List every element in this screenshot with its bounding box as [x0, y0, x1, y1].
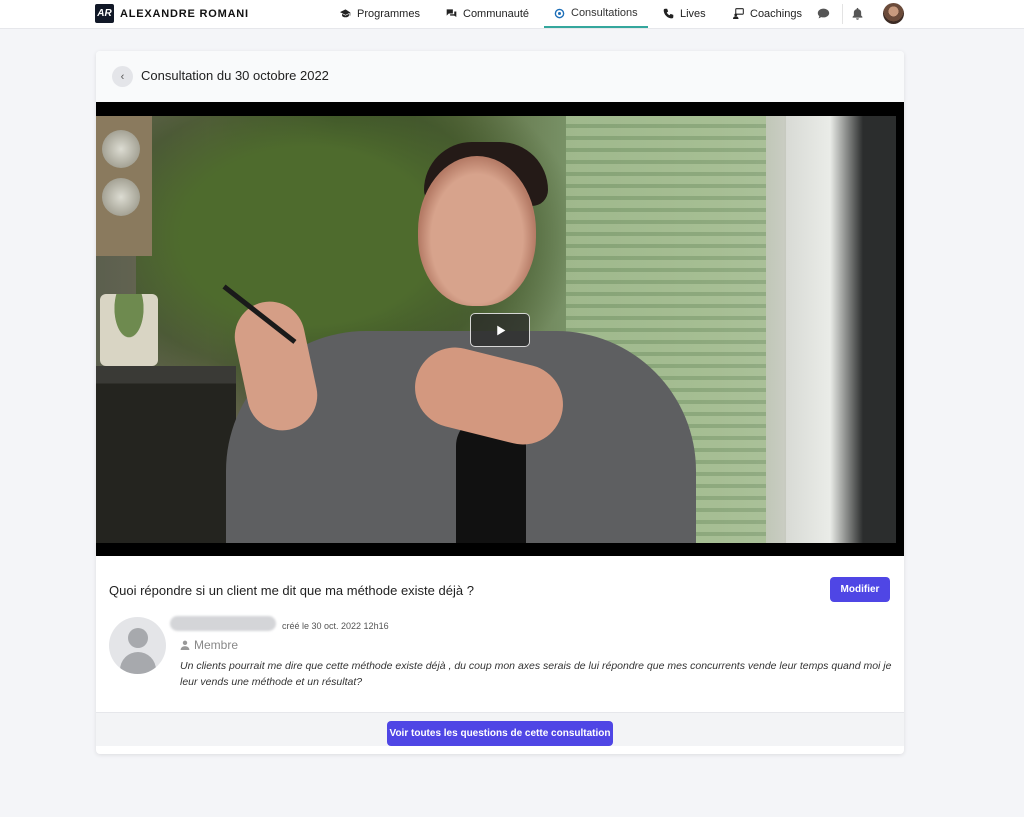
- chevron-left-icon: ‹: [120, 70, 125, 83]
- user-icon: [180, 640, 190, 650]
- author-name-redacted: [170, 616, 276, 631]
- nav-label: Lives: [680, 7, 706, 20]
- support-icon: [554, 8, 565, 19]
- nav-label: Communauté: [463, 7, 530, 20]
- brand-name: ALEXANDRE ROMANI: [120, 7, 249, 20]
- question-body: Un clients pourrait me dire que cette mé…: [180, 660, 892, 688]
- nav-label: Coachings: [750, 7, 802, 20]
- coaching-icon: [733, 8, 744, 19]
- message-icon[interactable]: [817, 7, 830, 20]
- created-date: créé le 30 oct. 2022 12h16: [282, 621, 389, 631]
- play-button[interactable]: [470, 313, 530, 347]
- nav-divider: [842, 4, 843, 24]
- question-title: Quoi répondre si un client me dit que ma…: [109, 583, 474, 598]
- brand[interactable]: AR ALEXANDRE ROMANI: [95, 4, 249, 23]
- nav-programmes[interactable]: Programmes: [340, 0, 420, 27]
- card-header: ‹ Consultation du 30 octobre 2022: [96, 51, 904, 102]
- graduation-cap-icon: [340, 8, 351, 19]
- back-button[interactable]: ‹: [112, 66, 133, 87]
- top-navbar: AR ALEXANDRE ROMANI Programmes Communaut…: [0, 0, 1024, 29]
- bell-icon[interactable]: [851, 7, 864, 20]
- nav-lives[interactable]: Lives: [663, 0, 706, 27]
- all-questions-button[interactable]: Voir toutes les questions de cette consu…: [387, 721, 613, 746]
- play-icon: [496, 325, 505, 335]
- nav-label: Programmes: [357, 7, 420, 20]
- brand-logo: AR: [95, 4, 114, 23]
- nav-label: Consultations: [571, 7, 638, 19]
- consultation-card: ‹ Consultation du 30 octobre 2022 Quoi r…: [96, 51, 904, 754]
- phone-icon: [663, 8, 674, 19]
- chat-bubbles-icon: [446, 8, 457, 19]
- video-player[interactable]: [96, 102, 904, 556]
- nav-coachings[interactable]: Coachings: [733, 0, 802, 27]
- modify-button[interactable]: Modifier: [830, 577, 890, 602]
- page-title: Consultation du 30 octobre 2022: [141, 68, 329, 83]
- nav-communaute[interactable]: Communauté: [446, 0, 529, 27]
- author-role: Membre: [180, 638, 238, 652]
- nav-consultations[interactable]: Consultations: [544, 0, 648, 28]
- author-avatar: [109, 617, 166, 674]
- user-avatar[interactable]: [883, 3, 904, 24]
- card-footer: Voir toutes les questions de cette consu…: [96, 712, 904, 746]
- role-label: Membre: [194, 638, 239, 652]
